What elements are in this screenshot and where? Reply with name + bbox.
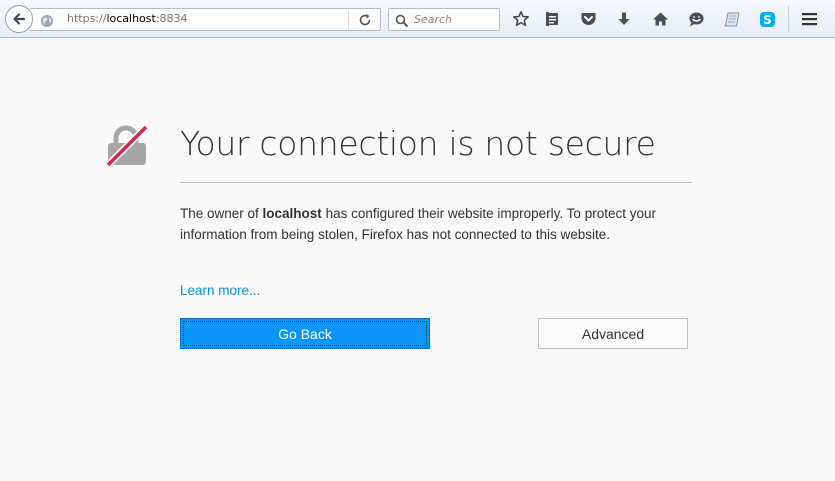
url-text[interactable]: https://localhost:8834 xyxy=(67,12,188,25)
toolbar-separator xyxy=(788,6,789,32)
url-scheme: https:// xyxy=(67,12,107,25)
globe-icon[interactable] xyxy=(40,13,54,32)
svg-text:S: S xyxy=(763,13,772,27)
go-back-button[interactable]: Go Back xyxy=(180,318,430,349)
description-text: The owner of xyxy=(180,206,263,221)
menu-icon[interactable] xyxy=(799,9,819,29)
download-icon[interactable] xyxy=(614,9,634,29)
back-icon xyxy=(13,13,26,25)
advanced-button[interactable]: Advanced xyxy=(538,318,688,349)
url-port: :8834 xyxy=(155,12,188,25)
description-host: localhost xyxy=(262,206,322,221)
search-bar[interactable]: Search xyxy=(388,8,500,31)
learn-more-link[interactable]: Learn more... xyxy=(180,283,260,298)
broken-lock-icon xyxy=(105,124,149,171)
bookmark-star-icon[interactable] xyxy=(511,9,531,29)
title-divider xyxy=(180,182,692,183)
pocket-icon[interactable] xyxy=(578,9,598,29)
browser-toolbar: https://localhost:8834 Search S xyxy=(0,0,835,38)
error-description: The owner of localhost has configured th… xyxy=(180,203,700,245)
url-separator xyxy=(348,11,349,29)
reading-list-icon[interactable] xyxy=(542,9,562,29)
reload-icon[interactable] xyxy=(357,12,373,32)
search-placeholder: Search xyxy=(414,13,453,26)
page-title: Your connection is not secure xyxy=(180,124,656,163)
skype-icon[interactable]: S xyxy=(757,9,777,29)
search-icon xyxy=(395,13,409,32)
chat-icon[interactable] xyxy=(686,9,706,29)
back-button[interactable] xyxy=(5,5,33,33)
notepad-icon[interactable] xyxy=(722,9,742,29)
url-host: localhost xyxy=(106,12,156,25)
home-icon[interactable] xyxy=(650,9,670,29)
url-bar[interactable]: https://localhost:8834 xyxy=(30,8,381,31)
